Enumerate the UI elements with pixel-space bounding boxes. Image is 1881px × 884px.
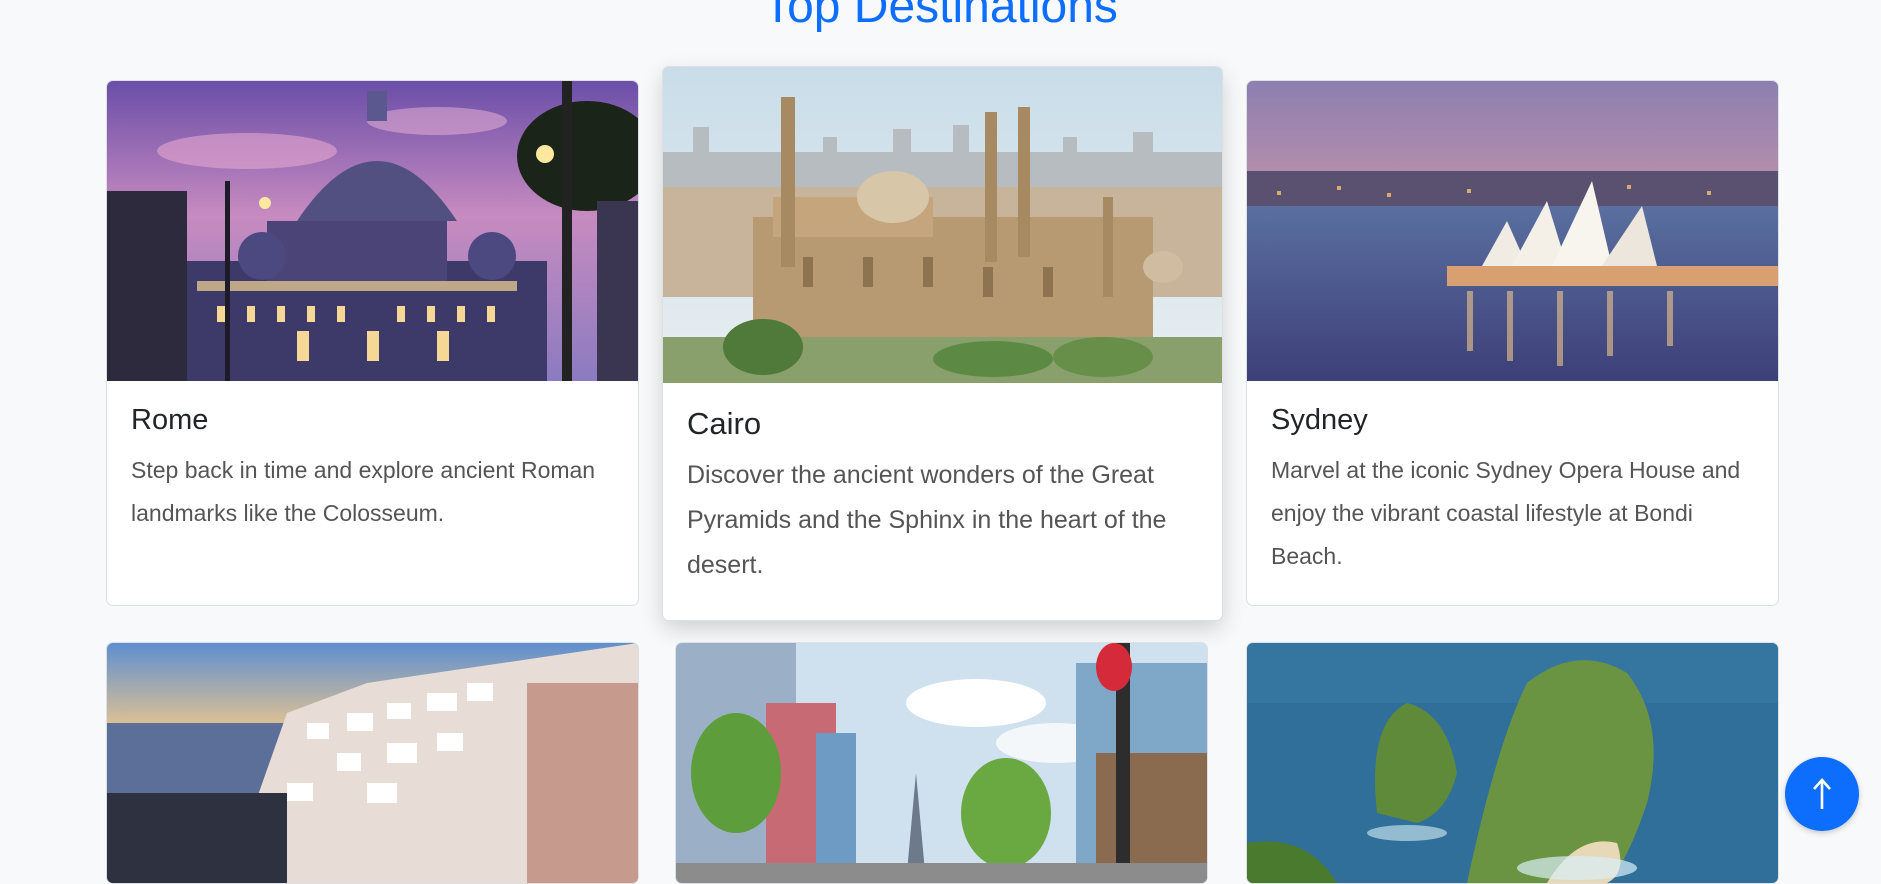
destination-card-rome[interactable]: Rome Step back in time and explore ancie… <box>106 80 639 606</box>
santorini-image <box>107 643 638 883</box>
street-image <box>676 643 1207 883</box>
scroll-to-top-button[interactable] <box>1785 757 1859 831</box>
rome-image <box>107 81 638 381</box>
card-title: Rome <box>131 404 209 436</box>
arrow-up-icon <box>1813 778 1831 809</box>
card-description: Marvel at the iconic Sydney Opera House … <box>1271 456 1741 569</box>
destination-card-4[interactable] <box>106 642 639 884</box>
card-description: Discover the ancient wonders of the Grea… <box>687 461 1167 580</box>
cliff-image <box>1247 643 1778 883</box>
section-title: Top Destinations <box>763 0 1118 33</box>
destination-card-5[interactable] <box>675 642 1208 884</box>
sydney-image <box>1247 81 1778 381</box>
destination-card-sydney[interactable]: Sydney Marvel at the iconic Sydney Opera… <box>1246 80 1779 606</box>
card-description: Step back in time and explore ancient Ro… <box>131 456 596 526</box>
card-title: Sydney <box>1271 404 1368 436</box>
card-title: Cairo <box>687 406 762 441</box>
cairo-image <box>663 67 1222 383</box>
destination-card-cairo[interactable]: Cairo Discover the ancient wonders of th… <box>662 66 1223 621</box>
destination-card-6[interactable] <box>1246 642 1779 884</box>
